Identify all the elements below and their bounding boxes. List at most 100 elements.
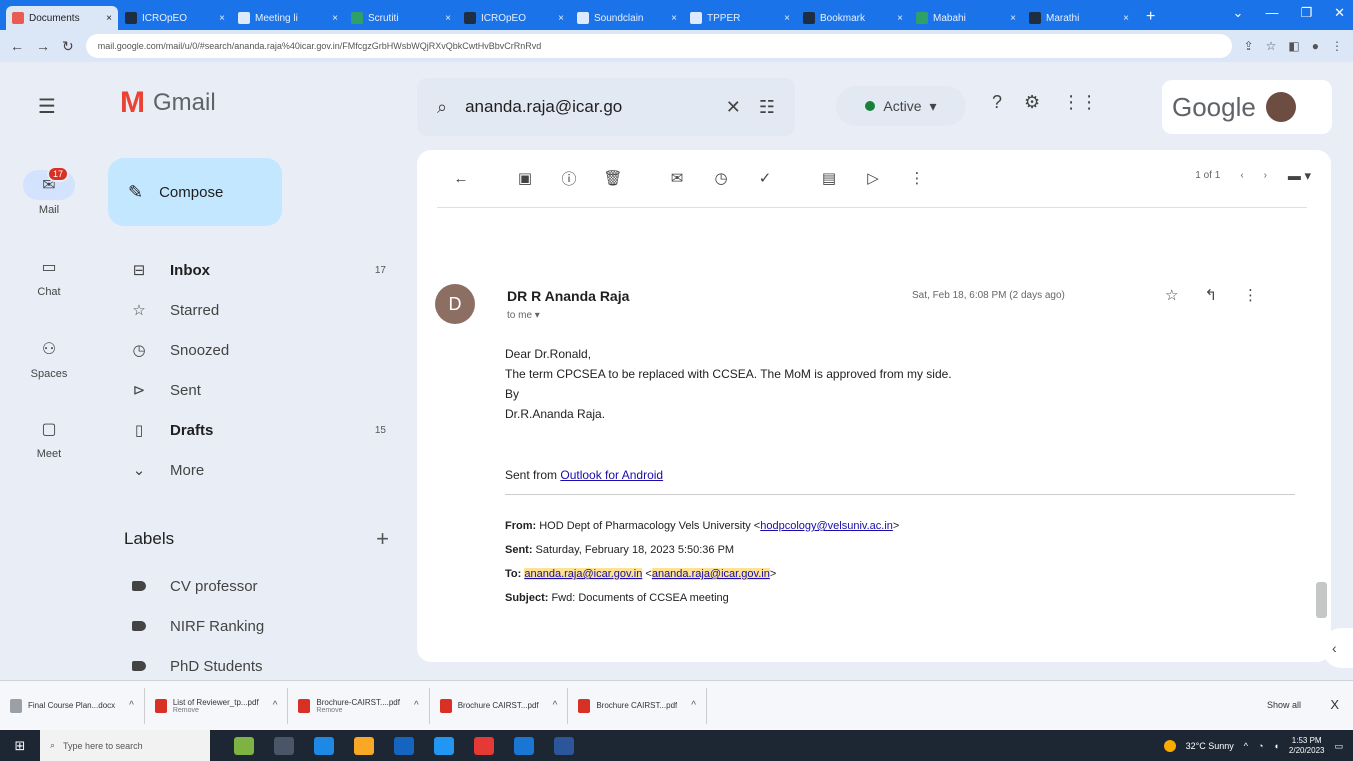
notifications-icon[interactable]: ▭ [1334,741,1343,752]
browser-tab[interactable]: TPPER × [684,6,796,30]
compose-button[interactable]: ✎ Compose [108,158,282,226]
url-field[interactable]: mail.google.com/mail/u/0/#search/ananda.… [85,34,1232,58]
input-tools-icon[interactable]: ▬ ▾ [1288,168,1311,184]
snooze-icon[interactable]: ◷ [699,169,743,187]
search-icon[interactable]: ⌕ [437,97,447,118]
profile-icon[interactable]: ● [1312,39,1319,53]
label-item[interactable]: CV professor [108,566,408,606]
mail-app-icon[interactable] [434,736,454,755]
label-icon[interactable]: ▷ [851,169,895,187]
close-tab-icon[interactable]: × [784,13,790,24]
chevron-up-icon[interactable]: ^ [406,700,419,711]
more-options-icon[interactable]: ⋮ [895,169,939,187]
tray-overflow-icon[interactable]: ^ [1244,741,1248,751]
sender-name[interactable]: DR R Ananda Raja [507,288,629,304]
apps-grid-icon[interactable]: ⋮⋮ [1062,92,1098,113]
more-icon[interactable]: ⋮ [1243,286,1258,304]
back-icon[interactable]: ← [10,38,24,54]
rail-meet[interactable]: ▢ Meet [0,414,98,460]
chrome-icon[interactable] [474,736,494,755]
search-options-icon[interactable]: ☷ [759,97,775,118]
windows-start-icon[interactable]: ⊞ [0,738,40,754]
browser-menu-icon[interactable]: ⋮ [1331,39,1343,53]
download-item[interactable]: Brochure CAIRST...pdf ^ [578,687,707,724]
move-to-icon[interactable]: ▤ [807,169,851,187]
account-avatar[interactable] [1265,92,1296,122]
label-item[interactable]: NIRF Ranking [108,606,408,646]
add-label-button[interactable]: + [376,526,389,552]
close-tab-icon[interactable]: × [671,13,677,24]
to-email-link[interactable]: ananda.raja@icar.gov.in [651,568,770,580]
network-icon[interactable]: ◔ [1258,741,1263,751]
close-tab-icon[interactable]: × [1123,13,1129,24]
help-icon[interactable]: ? [992,92,1002,113]
browser-tab[interactable]: ICROpEO × [458,6,570,30]
clock[interactable]: 1:53 PM 2/20/2023 [1289,736,1325,756]
prev-page-icon[interactable]: ‹ [1240,170,1243,181]
sidebar-icon[interactable]: ◧ [1288,39,1299,53]
browser-tab[interactable]: Mabahi × [910,6,1022,30]
word-icon[interactable] [554,736,574,755]
show-all-downloads[interactable]: Show all [1267,700,1301,710]
mark-unread-icon[interactable]: ✉ [655,169,699,187]
close-tab-icon[interactable]: × [332,13,338,24]
scrollbar-thumb[interactable] [1316,582,1327,618]
file-explorer-icon[interactable] [354,736,374,755]
new-tab-button[interactable]: + [1136,8,1165,30]
settings-gear-icon[interactable]: ⚙ [1024,92,1040,113]
close-tab-icon[interactable]: × [897,13,903,24]
forward-icon[interactable]: → [36,38,50,54]
minimize-icon[interactable]: — [1265,5,1278,21]
rail-mail[interactable]: ✉ 17 Mail [0,166,98,216]
chevron-up-icon[interactable]: ^ [121,700,134,711]
weather-app-icon[interactable] [234,736,254,755]
tab-search-icon[interactable]: ⌄ [1233,5,1244,21]
delete-icon[interactable]: 🗑 [591,169,635,187]
chevron-up-icon[interactable]: ^ [265,700,278,711]
add-task-icon[interactable]: ✓ [743,169,787,187]
back-to-list-icon[interactable]: ← [439,170,483,187]
close-tab-icon[interactable]: × [558,13,564,24]
nav-item-starred[interactable]: ☆ Starred [108,290,408,330]
chevron-up-icon[interactable]: ^ [683,700,696,711]
close-shelf-icon[interactable]: X [1330,697,1339,712]
close-window-icon[interactable]: ✕ [1334,5,1345,21]
recipient-details[interactable]: to me ▾ [507,310,540,321]
maximize-icon[interactable]: ❐ [1300,5,1312,21]
reply-icon[interactable]: ↰ [1204,286,1217,304]
close-tab-icon[interactable]: × [1010,13,1016,24]
speaker-icon[interactable]: ◖ [1273,741,1278,751]
from-email-link[interactable]: hodpcology@velsuniv.ac.in [760,520,893,532]
archive-icon[interactable]: ▣ [503,169,547,187]
show-side-panel-icon[interactable]: ‹ [1322,628,1353,668]
store-icon[interactable] [394,736,414,755]
rail-spaces[interactable]: ⚇ Spaces [0,334,98,380]
browser-tab[interactable]: Marathi × [1023,6,1135,30]
download-item[interactable]: List of Reviewer_tp...pdf Remove ^ [154,687,289,724]
to-email-link[interactable]: ananda.raja@icar.gov.in [524,568,643,580]
browser-tab[interactable]: Soundclain × [571,6,683,30]
browser-tab[interactable]: Meeting li × [232,6,344,30]
taskbar-search[interactable]: ⌕ Type here to search [40,730,210,761]
close-tab-icon[interactable]: × [445,13,451,24]
browser-tab[interactable]: Scrutiti × [345,6,457,30]
star-icon[interactable]: ☆ [1165,286,1178,304]
share-icon[interactable]: ⇪ [1244,39,1254,53]
main-menu-icon[interactable]: ☰ [38,94,56,119]
nav-item-inbox[interactable]: ⊟ Inbox 17 [108,250,408,290]
skype-icon[interactable] [514,736,534,755]
chevron-up-icon[interactable]: ^ [545,700,558,711]
clear-search-icon[interactable]: ✕ [726,97,741,118]
outlook-link[interactable]: Outlook for Android [560,468,663,482]
nav-item-drafts[interactable]: ▯ Drafts 15 [108,410,408,450]
browser-tab[interactable]: Documents × [6,6,118,30]
next-page-icon[interactable]: › [1264,170,1267,181]
search-input[interactable]: ananda.raja@icar.go [465,97,708,117]
edge-icon[interactable] [314,736,334,755]
task-view-icon[interactable] [274,736,294,755]
report-spam-icon[interactable]: ⓘ [547,168,591,189]
browser-tab[interactable]: ICROpEO × [119,6,231,30]
download-item[interactable]: Final Course Plan...docx ^ [10,687,145,724]
gmail-logo[interactable]: M Gmail [120,88,216,118]
nav-item-more[interactable]: ⌄ More [108,450,408,490]
